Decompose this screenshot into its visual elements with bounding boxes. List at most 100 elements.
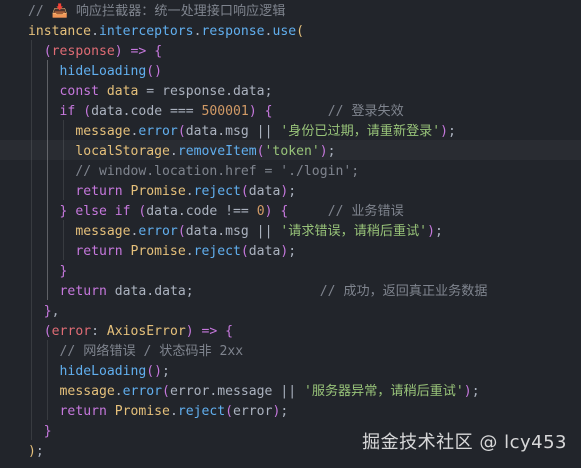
code-token: ;	[35, 444, 44, 459]
code-token: )	[440, 124, 449, 139]
code-token: (	[177, 124, 186, 139]
code-token: instance	[28, 24, 92, 39]
code-line[interactable]: (response) => {	[28, 42, 162, 62]
code-token: 500001	[201, 104, 249, 119]
code-line[interactable]: );	[28, 442, 44, 462]
code-token: .	[169, 144, 178, 159]
code-token: (	[256, 144, 265, 159]
code-line[interactable]: // 网络错误 / 状态码非 2xx	[28, 342, 244, 362]
code-token: '身份已过期，请重新登录'	[280, 124, 441, 139]
code-line[interactable]: message.error(data.msg || '请求错误，请稍后重试');	[28, 222, 443, 242]
code-token: message	[75, 224, 131, 239]
code-token: ()	[146, 364, 163, 379]
code-line[interactable]: }	[28, 262, 68, 282]
code-line[interactable]: (error: AxiosError) => {	[28, 322, 233, 342]
code-token: reject	[177, 404, 226, 419]
code-line[interactable]: }	[28, 422, 52, 442]
code-token: error	[169, 384, 210, 399]
code-token: }	[43, 424, 52, 439]
code-line[interactable]: hideLoading()	[28, 62, 163, 82]
code-token: (	[43, 324, 52, 339]
code-token: )	[185, 324, 194, 339]
code-line[interactable]: instance.interceptors.response.use(	[28, 22, 304, 42]
code-line[interactable]: localStorage.removeItem('token');	[28, 142, 335, 162]
code-line[interactable]: return Promise.reject(error);	[28, 402, 289, 422]
code-line[interactable]: message.error(error.message || '服务器异常，请稍…	[28, 382, 480, 402]
code-token: removeItem	[177, 144, 257, 159]
code-token: data	[248, 244, 281, 259]
code-token: data	[114, 284, 147, 299]
code-line[interactable]: const data = response.data;	[28, 82, 273, 102]
code-token: error	[233, 404, 273, 419]
code-token: {	[264, 104, 273, 119]
code-token: :	[91, 324, 107, 339]
code-token: ||	[248, 124, 281, 139]
code-token: data	[106, 84, 139, 99]
code-token: .	[225, 84, 234, 99]
code-token: // 业务错误	[327, 204, 404, 219]
code-token: )	[248, 104, 257, 119]
code-token: .	[185, 184, 194, 199]
code-token: hideLoading	[59, 364, 147, 379]
code-line[interactable]: hideLoading();	[28, 362, 170, 382]
code-token: ===	[162, 104, 202, 119]
code-token: response	[201, 24, 265, 39]
code-token: reject	[193, 184, 241, 199]
code-token: (	[240, 244, 249, 259]
code-line[interactable]: message.error(data.msg || '身份已过期，请重新登录')…	[28, 122, 456, 142]
code-token: ;	[448, 124, 456, 139]
code-token: 'token'	[264, 144, 320, 159]
code-token: ;	[162, 364, 170, 379]
code-token: error	[122, 384, 163, 399]
code-token: }	[59, 264, 68, 279]
code-token: // 📥 响应拦截器：统一处理接口响应逻辑	[28, 4, 286, 19]
code-token: message	[75, 124, 131, 139]
code-token: )	[114, 44, 123, 59]
code-token: // 成功，返回真正业务数据	[319, 284, 488, 299]
code-line[interactable]: // window.location.href = './login';	[28, 162, 359, 182]
code-token: (	[43, 44, 52, 59]
code-token: !==	[217, 204, 257, 219]
code-token: =>	[130, 44, 147, 59]
code-token: ;	[471, 384, 480, 399]
code-line[interactable]: if (data.code === 500001) { // 登录失效	[28, 102, 404, 122]
code-line[interactable]: return Promise.reject(data);	[28, 182, 296, 202]
code-token: response	[162, 84, 226, 99]
code-token: =>	[201, 324, 218, 339]
code-token: }	[43, 304, 52, 319]
code-token: return	[59, 404, 107, 419]
code-token: response	[51, 44, 115, 59]
code-token: return	[75, 184, 123, 199]
code-token: localStorage	[75, 144, 170, 159]
code-token: =	[138, 84, 163, 99]
code-line[interactable]: } else if (data.code !== 0) { // 业务错误	[28, 202, 404, 222]
code-token: code	[185, 204, 218, 219]
code-token: reject	[193, 244, 241, 259]
code-token: .	[122, 104, 131, 119]
code-token: ;	[288, 244, 297, 259]
code-token: .	[217, 124, 226, 139]
code-token: return	[59, 284, 107, 299]
code-line[interactable]: return Promise.reject(data);	[28, 242, 296, 262]
code-line[interactable]: },	[28, 302, 60, 322]
code-line[interactable]: // 📥 响应拦截器：统一处理接口响应逻辑	[28, 2, 285, 22]
code-token: code	[130, 104, 163, 119]
code-line[interactable]: return data.data; // 成功，返回真正业务数据	[28, 282, 488, 302]
code-token: .	[114, 384, 123, 399]
code-token: )	[463, 384, 472, 399]
code-editor[interactable]: // 📥 响应拦截器：统一处理接口响应逻辑 instance.intercepto…	[0, 0, 581, 468]
